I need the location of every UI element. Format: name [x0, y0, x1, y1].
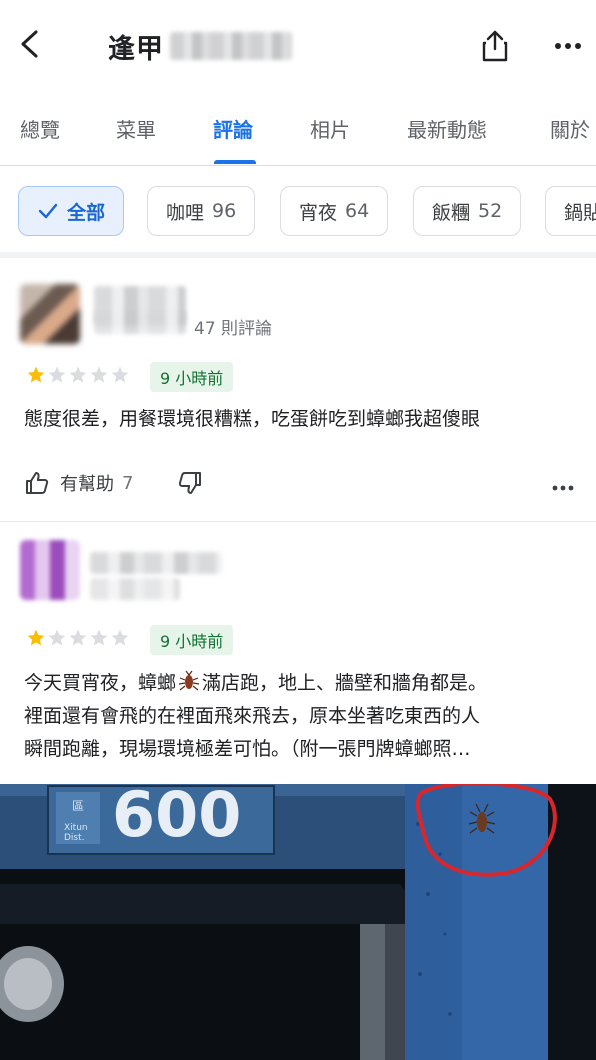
review-filter-chips: 全部 咖哩 96 宵夜 64 飯糰 52 鍋貼	[0, 166, 596, 258]
review-text-line: 裡面還有會飛的在裡面飛來飛去，原本坐著吃東西的人	[24, 705, 481, 727]
star-filled-icon	[27, 366, 45, 383]
tab-menu[interactable]: 菜單	[116, 114, 156, 143]
blurred-place-name	[170, 32, 292, 60]
place-tabs: 總覽 菜單 評論 相片 最新動態 關於	[0, 96, 596, 166]
review-text-line: 今天買宵夜，蟑螂 滿店跑，地上、牆壁和牆角都是。	[24, 667, 584, 700]
helpful-button[interactable]: 有幫助 7	[24, 470, 133, 496]
chip-count: 96	[212, 200, 237, 222]
chip-rice-ball[interactable]: 飯糰 52	[413, 186, 522, 236]
share-icon	[482, 30, 508, 62]
blurred-reviewer-subtitle	[90, 578, 180, 600]
more-horizontal-icon	[555, 43, 581, 49]
blurred-reviewer-subtitle	[94, 310, 186, 334]
svg-text:Dist.: Dist.	[64, 833, 85, 843]
back-button[interactable]	[10, 22, 50, 66]
share-button[interactable]	[476, 24, 514, 68]
tab-reviews[interactable]: 評論	[213, 114, 253, 143]
tab-updates[interactable]: 最新動態	[407, 114, 487, 143]
star-empty-icon	[69, 366, 87, 383]
helpful-label: 有幫助	[60, 474, 114, 495]
star-empty-icon	[69, 629, 87, 646]
cockroach-emoji-icon	[178, 670, 200, 691]
chip-count: 52	[478, 200, 503, 222]
thumbs-up-icon	[26, 472, 49, 494]
star-empty-icon	[111, 366, 129, 383]
sign-number: 600	[112, 784, 241, 851]
review-photo[interactable]: 區 Xitun Dist. 600	[0, 784, 596, 1060]
review-time-badge: 9 小時前	[150, 362, 234, 392]
star-rating	[26, 628, 130, 648]
review-text-segment: 滿店跑，地上、牆壁和牆角都是。	[202, 672, 488, 694]
check-icon	[38, 203, 58, 219]
review-text[interactable]: 態度很差，用餐環境很糟糕，吃蛋餅吃到蟑螂我超傻眼	[24, 403, 584, 436]
svg-text:區: 區	[72, 799, 84, 813]
more-horizontal-icon	[552, 485, 574, 491]
chip-late-night-snack[interactable]: 宵夜 64	[280, 186, 389, 236]
place-title-text: 逢甲	[108, 33, 164, 65]
review-card: 9 小時前 今天買宵夜，蟑螂 滿店跑，地上、牆壁和牆角都是。 裡面還有會飛的在裡…	[0, 522, 596, 784]
star-filled-icon	[27, 629, 45, 646]
chip-count: 64	[345, 200, 370, 222]
review-text-segment: 今天買宵夜，蟑螂	[24, 672, 177, 694]
chip-curry[interactable]: 咖哩 96	[147, 186, 256, 236]
chip-potstickers[interactable]: 鍋貼	[545, 186, 596, 236]
blurred-reviewer-name[interactable]	[90, 552, 222, 574]
active-tab-indicator	[214, 160, 256, 164]
not-helpful-button[interactable]	[177, 470, 203, 496]
review-more-button[interactable]	[552, 472, 574, 496]
review-actions: 有幫助 7	[24, 470, 203, 496]
chip-label: 宵夜	[299, 201, 338, 224]
reviewer-avatar[interactable]	[20, 540, 80, 600]
star-empty-icon	[90, 629, 108, 646]
star-empty-icon	[90, 366, 108, 383]
star-empty-icon	[48, 629, 66, 646]
review-photo-image: 區 Xitun Dist. 600	[0, 784, 596, 1060]
review-time-badge: 9 小時前	[150, 625, 234, 655]
chip-label: 飯糰	[432, 201, 471, 224]
chip-all[interactable]: 全部	[18, 186, 125, 236]
tab-about[interactable]: 關於	[550, 114, 590, 143]
reviewer-review-count: 47 則評論	[194, 319, 273, 339]
star-empty-icon	[111, 629, 129, 646]
review-text-line: 瞬間跑離，現場環境極差可怕。（附一張門牌蟑螂照…	[24, 738, 471, 760]
more-options-button[interactable]	[548, 24, 588, 68]
top-app-bar: 逢甲	[0, 0, 596, 92]
star-empty-icon	[48, 366, 66, 383]
chip-label: 鍋貼	[564, 201, 596, 224]
chip-label: 全部	[67, 201, 106, 224]
helpful-count: 7	[122, 472, 134, 494]
reviewer-avatar[interactable]	[20, 284, 80, 344]
thumbs-down-icon	[179, 472, 202, 494]
tab-photos[interactable]: 相片	[310, 114, 350, 143]
place-title: 逢甲	[108, 26, 292, 66]
tab-overview[interactable]: 總覽	[20, 114, 60, 143]
chip-label: 咖哩	[166, 201, 205, 224]
back-arrow-icon	[21, 30, 38, 58]
star-rating	[26, 365, 130, 385]
review-card: 47 則評論 9 小時前 態度很差，用餐環境很糟糕，吃蛋餅吃到蟑螂我超傻眼 有幫…	[0, 258, 596, 522]
review-text[interactable]: 今天買宵夜，蟑螂 滿店跑，地上、牆壁和牆角都是。 裡面還有會飛的在裡面飛來飛去，…	[24, 667, 584, 766]
svg-text:Xitun: Xitun	[64, 823, 88, 833]
